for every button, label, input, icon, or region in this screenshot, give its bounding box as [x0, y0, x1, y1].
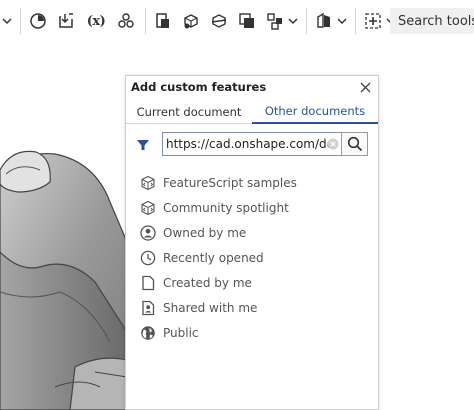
document-filter-list: FeatureScript samples Community spotligh…: [126, 170, 378, 345]
list-item-label: Owned by me: [163, 225, 247, 240]
mate-connector-icon[interactable]: [27, 10, 49, 32]
dialog-tabs: Current document Other documents: [126, 100, 378, 124]
list-item-label: Public: [163, 325, 199, 340]
tab-label: Other documents: [264, 104, 366, 118]
list-item-label: Recently opened: [163, 250, 264, 265]
shared-icon: [140, 300, 156, 316]
list-item-recently-opened[interactable]: Recently opened: [126, 245, 378, 270]
search-tools-label: Search tools...: [398, 13, 474, 29]
url-value: https://cad.onshape.com/docur: [166, 137, 329, 151]
import-feature-icon[interactable]: [55, 10, 77, 32]
transform-icon[interactable]: [236, 10, 258, 32]
tab-label: Current document: [136, 104, 242, 119]
user-icon: [140, 224, 156, 241]
search-button[interactable]: [341, 132, 368, 156]
featurescript-icon: [140, 200, 156, 216]
toolbar-divider: [306, 8, 307, 34]
list-item-label: Created by me: [163, 275, 252, 290]
tab-other-documents[interactable]: Other documents: [252, 100, 378, 124]
list-item-community-spotlight[interactable]: Community spotlight: [126, 195, 378, 220]
document-icon: [140, 275, 156, 291]
split-icon[interactable]: [208, 10, 230, 32]
cad-model[interactable]: [0, 42, 130, 410]
tab-current-document[interactable]: Current document: [126, 100, 252, 124]
list-item-public[interactable]: Public: [126, 320, 378, 345]
list-item-label: FeatureScript samples: [163, 175, 297, 190]
boolean-icon[interactable]: [180, 10, 202, 32]
dialog-header: Add custom features: [126, 76, 378, 98]
toolbar: (x) Search tools...: [0, 0, 474, 42]
add-custom-feature-icon[interactable]: [362, 10, 384, 32]
variable-label: (x): [86, 13, 106, 29]
list-item-featurescript-samples[interactable]: FeatureScript samples: [126, 170, 378, 195]
list-item-label: Community spotlight: [163, 200, 289, 215]
document-url-input[interactable]: https://cad.onshape.com/docur: [162, 132, 341, 156]
filter-icon[interactable]: [136, 137, 150, 151]
pattern-feature-icon[interactable]: [264, 10, 286, 32]
pattern-icon[interactable]: [115, 10, 137, 32]
chevron-down-icon[interactable]: [2, 10, 12, 32]
clock-icon: [140, 250, 156, 266]
chevron-down-icon[interactable]: [288, 10, 298, 32]
clear-icon[interactable]: [327, 138, 339, 150]
globe-icon: [140, 325, 156, 341]
list-item-owned-by-me[interactable]: Owned by me: [126, 220, 378, 245]
add-custom-features-dialog: Add custom features Current document Oth…: [125, 75, 379, 410]
featurescript-icon: [140, 175, 156, 191]
list-item-shared-with-me[interactable]: Shared with me: [126, 295, 378, 320]
toolbar-divider: [145, 8, 146, 34]
toolbar-divider: [355, 8, 356, 34]
variable-button[interactable]: (x): [83, 10, 109, 32]
list-item-created-by-me[interactable]: Created by me: [126, 270, 378, 295]
dialog-title: Add custom features: [131, 80, 267, 94]
derived-part-icon[interactable]: [152, 10, 174, 32]
toolbar-divider: [20, 8, 21, 34]
search-icon: [347, 136, 362, 152]
list-item-label: Shared with me: [163, 300, 258, 315]
section-view-icon[interactable]: [313, 10, 335, 32]
chevron-down-icon[interactable]: [337, 10, 347, 32]
close-icon[interactable]: [358, 80, 372, 94]
url-search-row: https://cad.onshape.com/docur: [126, 130, 378, 158]
search-tools-input[interactable]: Search tools...: [390, 8, 474, 34]
